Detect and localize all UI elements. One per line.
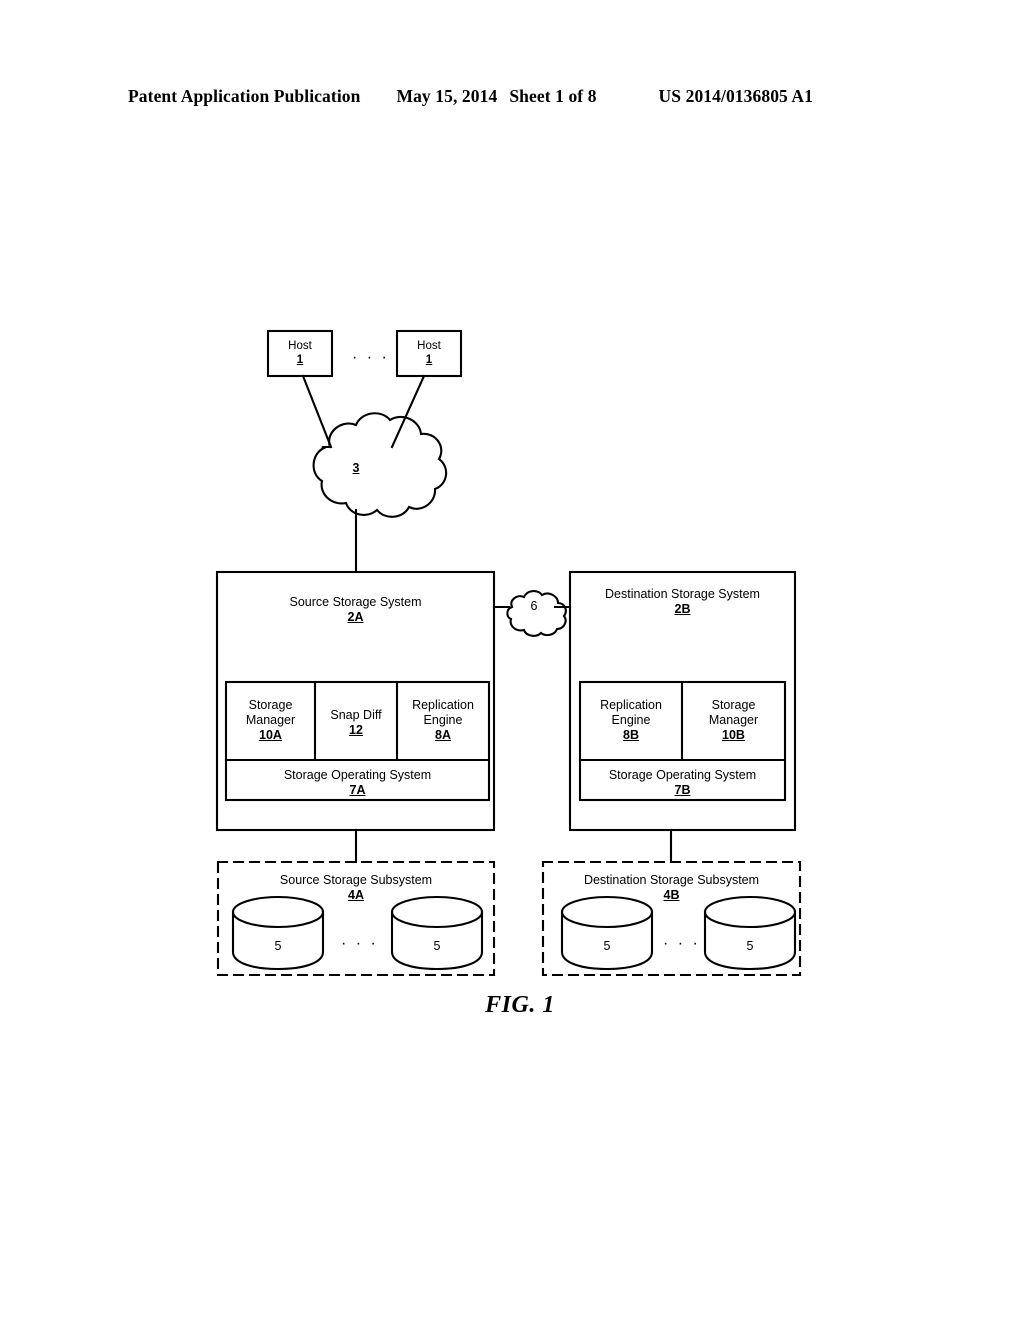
destination-storage-subsystem-ref: 4B [663,887,680,902]
connector-host2-to-network [390,374,426,449]
disk-label-destination-2: 5 [720,939,780,954]
host-box-1-title: Host [288,340,312,352]
module-snap-diff-ref: 12 [349,722,363,737]
source-storage-subsystem-title: Source Storage Subsystem [279,873,433,887]
module-storage-manager-destination-line2: Manager [708,712,759,727]
destination-disks-ellipsis: · · · [663,935,701,952]
disk-label-source-1: 5 [248,939,308,954]
module-storage-manager-source-ref: 10A [259,727,282,742]
host-box-2-title: Host [417,340,441,352]
disk-cylinder-source-2 [390,895,484,971]
source-storage-operating-system-ref: 7A [349,782,366,797]
module-replication-engine-destination-ref: 8B [623,727,639,742]
source-storage-subsystem-ref: 4A [348,887,364,902]
destination-storage-system-label: Destination Storage System 2B [570,587,795,617]
destination-storage-system-ref: 2B [674,601,691,616]
module-storage-manager-destination: Storage Manager 10B [682,698,785,742]
module-replication-engine-destination: Replication Engine 8B [580,698,682,742]
disk-label-source-2-ref: 5 [433,939,441,953]
disk-label-destination-1: 5 [577,939,637,954]
destination-storage-operating-system-title: Storage Operating System [608,768,757,782]
module-replication-engine-source-line2: Engine [423,712,463,727]
host-box-2-label: Host 1 [397,340,461,367]
destination-storage-system-title: Destination Storage System [605,587,760,601]
hosts-ellipsis: · · · [352,349,390,366]
disk-cylinder-destination-1 [560,895,654,971]
figure-drawing-canvas [215,329,802,977]
disk-label-source-2: 5 [407,939,467,954]
module-storage-manager-destination-line1: Storage [711,698,756,712]
module-replication-engine-source-ref: 8A [435,727,451,742]
module-storage-manager-source-line1: Storage [248,698,293,712]
destination-storage-operating-system-label: Storage Operating System 7B [580,768,785,798]
host-box-1-label: Host 1 [268,340,332,367]
destination-storage-operating-system-ref: 7B [674,782,691,797]
host-box-1-ref: 1 [296,353,304,366]
source-storage-system-ref: 2A [347,609,364,624]
connector-host1-to-network [301,374,333,449]
host-box-2-ref: 1 [425,353,433,366]
module-replication-engine-source: Replication Engine 8A [397,698,489,742]
source-storage-operating-system-label: Storage Operating System 7A [226,768,489,798]
source-storage-subsystem-label: Source Storage Subsystem 4A [218,873,494,903]
module-replication-engine-source-line1: Replication [412,698,474,712]
module-snap-diff-line1: Snap Diff [330,708,382,722]
destination-storage-subsystem-label: Destination Storage Subsystem 4B [543,873,800,903]
source-storage-system-label: Source Storage System 2A [217,595,494,625]
patent-figure-1: Host 1 · · · Host 1 3 6 Source Storage S… [0,0,1024,1320]
source-disks-ellipsis: · · · [341,935,379,952]
source-storage-system-title: Source Storage System [289,595,422,609]
source-storage-operating-system-title: Storage Operating System [283,768,432,782]
module-snap-diff: Snap Diff 12 [315,708,397,738]
module-storage-manager-source: Storage Manager 10A [226,698,315,742]
module-replication-engine-destination-line2: Engine [611,712,651,727]
module-replication-engine-destination-line1: Replication [600,698,662,712]
disk-cylinder-destination-2 [703,895,797,971]
figure-caption: FIG. 1 [485,992,555,1018]
disk-label-destination-2-ref: 5 [746,939,754,953]
interconnect-cloud-label: 6 [508,599,560,614]
network-cloud-ref: 3 [352,461,360,475]
disk-label-source-1-ref: 5 [274,939,282,953]
destination-storage-subsystem-title: Destination Storage Subsystem [583,873,760,887]
disk-cylinder-source-1 [231,895,325,971]
interconnect-cloud-ref: 6 [530,599,538,613]
disk-label-destination-1-ref: 5 [603,939,611,953]
module-storage-manager-destination-ref: 10B [722,727,745,742]
module-storage-manager-source-line2: Manager [245,712,296,727]
network-cloud-label: 3 [330,461,382,476]
